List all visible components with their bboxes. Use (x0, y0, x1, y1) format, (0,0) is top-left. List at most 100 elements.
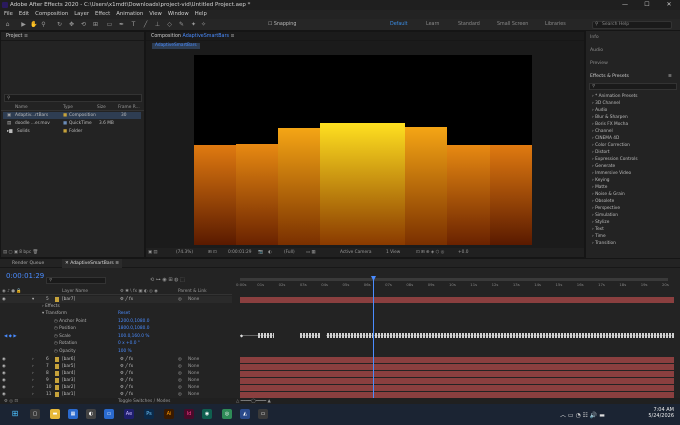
position-property[interactable]: ◷ Position (54, 326, 76, 331)
composition-canvas[interactable] (194, 55, 532, 245)
app-icon[interactable]: ◐ (86, 409, 96, 419)
home-icon[interactable]: ⌂ (4, 21, 11, 28)
timeline-current-time[interactable]: 0:00:01:29 (6, 272, 44, 280)
system-tray-icons[interactable]: ︿ ▭ ◔ ☷ 🔊 ▬ (560, 410, 605, 419)
region-icon[interactable]: ▭ ▦ (306, 248, 316, 257)
layer-switches[interactable]: ⚙ ╱ fx (120, 356, 133, 363)
clock[interactable]: 7:04 AM 5/24/2026 (644, 407, 674, 419)
current-time[interactable]: 0:00:01:29 (228, 248, 251, 257)
timeline-search-input[interactable]: ⚲ (46, 277, 106, 284)
effects-category[interactable]: › Expression Controls (592, 157, 638, 162)
rotate-tool-icon[interactable]: ↻ (56, 21, 63, 28)
hand-tool-icon[interactable]: ✋ (30, 21, 37, 28)
opacity-property[interactable]: ◷ Opacity (54, 349, 76, 354)
layer-name[interactable]: [bar6] (62, 356, 75, 363)
effects-category[interactable]: › Simulation (592, 213, 618, 218)
effects-category[interactable]: › Immersive Video (592, 171, 631, 176)
roto-brush-tool-icon[interactable]: ✎ (178, 21, 185, 28)
magnification-icon[interactable]: ▣ ▤ (148, 248, 158, 257)
parent-link-column[interactable]: Parent & Link (178, 288, 207, 295)
camera-dropdown[interactable]: Active Camera (340, 248, 372, 257)
app-icon[interactable]: ▭ (258, 409, 268, 419)
column-size[interactable]: Size (97, 104, 106, 111)
visibility-icon[interactable]: ◉ (2, 370, 6, 377)
anchor-point-property[interactable]: ◷ Anchor Point (54, 319, 86, 324)
brush-tool-icon[interactable]: ╱ (142, 21, 149, 28)
effects-category[interactable]: › Channel (592, 129, 613, 134)
parent-dropdown[interactable]: None (188, 391, 199, 398)
render-queue-tab[interactable]: Render Queue (12, 259, 44, 268)
expand-arrow-icon[interactable]: › (32, 356, 34, 363)
rectangle-tool-icon[interactable]: ▭ (106, 21, 113, 28)
store-icon[interactable]: ▦ (68, 409, 78, 419)
scale-property[interactable]: ◷ Scale (54, 334, 71, 339)
layer-switches[interactable]: ⚙ ╱ fx (120, 370, 133, 377)
windows-start-icon[interactable]: ⊞ (10, 409, 20, 419)
pen-tool-icon[interactable]: ✒ (118, 21, 125, 28)
layer-name[interactable]: [bar4] (62, 370, 75, 377)
pickwhip-icon[interactable]: ◎ (178, 356, 182, 363)
layer-row[interactable]: ◉ › 6 [bar6] ⚙ ╱ fx ◎ None (0, 356, 232, 363)
effects-category[interactable]: › Blur & Sharpen (592, 115, 628, 120)
position-value[interactable]: 1800.0,1080.0 (118, 326, 149, 331)
maximize-button[interactable]: ☐ (636, 0, 658, 10)
effects-category[interactable]: › Text (592, 227, 604, 232)
pickwhip-icon[interactable]: ◎ (178, 384, 182, 391)
layer-name[interactable]: [bar1] (62, 391, 75, 398)
layer-name-column[interactable]: Layer Name (62, 288, 88, 295)
menu-composition[interactable]: Composition (35, 10, 68, 19)
menu-animation[interactable]: Animation (116, 10, 143, 19)
expand-arrow-icon[interactable]: ▾ (32, 296, 34, 303)
minimize-button[interactable]: — (614, 0, 636, 10)
workspace-libraries[interactable]: Libraries (545, 22, 566, 27)
effects-group[interactable]: › Effects (42, 304, 60, 309)
visibility-icon[interactable]: ◉ (2, 356, 6, 363)
effects-category[interactable]: › Noise & Grain (592, 192, 625, 197)
zoom-dropdown[interactable]: (74.3%) (176, 248, 193, 257)
photoshop-icon[interactable]: Ps (144, 409, 154, 419)
anchor-value[interactable]: 1200.0,1080.0 (118, 319, 149, 324)
layer-duration-bar[interactable] (240, 297, 674, 303)
layer-name[interactable]: [bar3] (62, 377, 75, 384)
menu-file[interactable]: File (4, 10, 13, 19)
pickwhip-icon[interactable]: ◎ (178, 377, 182, 384)
visibility-icon[interactable]: ◉ (2, 296, 6, 303)
project-search-input[interactable]: ⚲ (4, 94, 142, 102)
bpc-label[interactable]: 8 bpc (19, 250, 31, 255)
pickwhip-icon[interactable]: ◎ (178, 370, 182, 377)
chrome-icon[interactable]: ◎ (222, 409, 232, 419)
layer-duration-bar[interactable] (240, 385, 674, 391)
selection-tool-icon[interactable]: ▶ (20, 21, 27, 28)
effects-category[interactable]: › Audio (592, 108, 607, 113)
layer-row[interactable]: ◉ › 11 [bar1] ⚙ ╱ fx ◎ None (0, 391, 232, 398)
effects-search-input[interactable]: ⚲ (589, 83, 677, 90)
effects-category[interactable]: › Color Correction (592, 143, 630, 148)
timeline-comp-tab[interactable]: ✕ AdaptiveSmartBars ≡ (62, 259, 122, 268)
menu-help[interactable]: Help (195, 10, 207, 19)
composition-tab[interactable]: Composition AdaptiveSmartBars ≡ (146, 32, 584, 41)
exposure-value[interactable]: +0.0 (458, 248, 468, 257)
label-color[interactable] (55, 392, 59, 397)
reset-link[interactable]: Reset (118, 311, 130, 316)
column-frame-rate[interactable]: Frame R... (118, 104, 140, 111)
time-ruler[interactable]: 0:00s 01s 02s 03s 04s 05s 06s 07s 08s 09s 10s 11s 12… (234, 278, 674, 288)
menu-view[interactable]: View (149, 10, 162, 19)
layer-row[interactable]: ◉ › 8 [bar4] ⚙ ╱ fx ◎ None (0, 370, 232, 377)
composition-subtab[interactable]: AdaptiveSmartBars (152, 43, 200, 49)
menu-edit[interactable]: Edit (19, 10, 29, 19)
visibility-icon[interactable]: ◉ (2, 363, 6, 370)
scale-value[interactable]: 100.0,160.0 % (118, 334, 149, 339)
label-color[interactable] (55, 297, 59, 302)
layer-duration-bar[interactable] (240, 371, 674, 377)
camera-tool-icon[interactable]: ✥ (68, 21, 75, 28)
layer-switches[interactable]: ⚙ ╱ fx (120, 384, 133, 391)
snapping-checkbox[interactable]: ☐ Snapping (268, 22, 296, 27)
project-row[interactable]: ▸▆ Solids ■ Folder (3, 128, 141, 135)
label-color[interactable] (55, 378, 59, 383)
timeline-switch-icons[interactable]: ⟲ ⊶ ◉ ⊞ ◍ ⬚ (150, 277, 185, 283)
view-layout-dropdown[interactable]: 1 View (386, 248, 400, 257)
eraser-tool-icon[interactable]: ◇ (166, 21, 173, 28)
app-icon[interactable]: ◭ (240, 409, 250, 419)
effects-category[interactable]: › Keying (592, 178, 610, 183)
audio-panel-tab[interactable]: Audio (590, 48, 603, 53)
